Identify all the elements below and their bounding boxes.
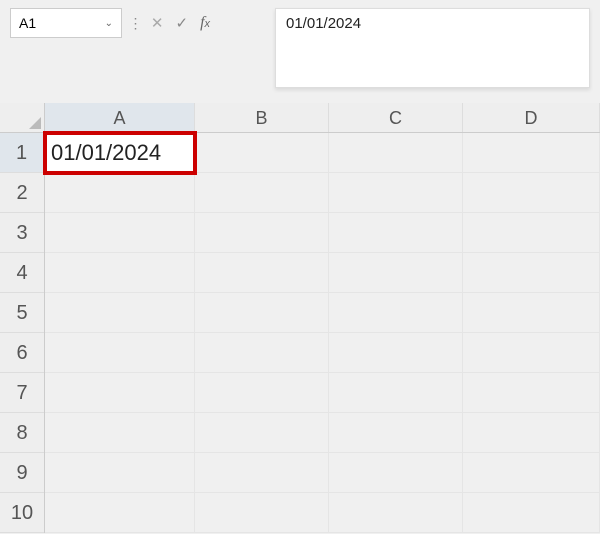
formula-bar: ⌄ ⋮ ✕ ✓ fx 01/01/2024 <box>0 0 600 103</box>
enter-icon[interactable]: ✓ <box>173 14 190 32</box>
column-header-A[interactable]: A <box>45 103 195 133</box>
cell-C4[interactable] <box>329 253 463 293</box>
cell-A3[interactable] <box>45 213 195 253</box>
row-header-1[interactable]: 1 <box>0 133 45 173</box>
separator-icon: ⋮ <box>126 8 144 38</box>
table-row <box>45 173 600 213</box>
cell-A1[interactable]: 01/01/2024 <box>45 133 195 173</box>
cell-D9[interactable] <box>463 453 600 493</box>
cell-C5[interactable] <box>329 293 463 333</box>
table-row <box>45 253 600 293</box>
cell-A9[interactable] <box>45 453 195 493</box>
column-header-C[interactable]: C <box>329 103 463 132</box>
cell-D10[interactable] <box>463 493 600 533</box>
cell-A5[interactable] <box>45 293 195 333</box>
row-header-7[interactable]: 7 <box>0 373 44 413</box>
cell-C9[interactable] <box>329 453 463 493</box>
cell-B3[interactable] <box>195 213 329 253</box>
cell-C8[interactable] <box>329 413 463 453</box>
row-header-9[interactable]: 9 <box>0 453 44 493</box>
formula-input[interactable]: 01/01/2024 <box>275 8 590 88</box>
name-box[interactable]: ⌄ <box>10 8 122 38</box>
select-all-corner[interactable] <box>0 103 45 133</box>
table-row <box>45 213 600 253</box>
row-header-8[interactable]: 8 <box>0 413 44 453</box>
table-row <box>45 333 600 373</box>
fx-icon[interactable]: fx <box>198 14 212 32</box>
row-header-5[interactable]: 5 <box>0 293 44 333</box>
cell-C2[interactable] <box>329 173 463 213</box>
row-header-10[interactable]: 10 <box>0 493 44 533</box>
cell-B10[interactable] <box>195 493 329 533</box>
cancel-icon[interactable]: ✕ <box>149 14 166 32</box>
table-row <box>45 453 600 493</box>
cell-D6[interactable] <box>463 333 600 373</box>
row-header-6[interactable]: 6 <box>0 333 44 373</box>
cell-A4[interactable] <box>45 253 195 293</box>
table-row <box>45 413 600 453</box>
cell-C7[interactable] <box>329 373 463 413</box>
table-row <box>45 373 600 413</box>
row-header-2[interactable]: 2 <box>0 173 44 213</box>
cell-C6[interactable] <box>329 333 463 373</box>
cell-D5[interactable] <box>463 293 600 333</box>
cell-A8[interactable] <box>45 413 195 453</box>
column-header-D[interactable]: D <box>463 103 600 132</box>
table-row <box>45 293 600 333</box>
cell-A10[interactable] <box>45 493 195 533</box>
cell-A2[interactable] <box>45 173 195 213</box>
cell-D2[interactable] <box>463 173 600 213</box>
cell-C1[interactable] <box>329 133 463 173</box>
cell-C3[interactable] <box>329 213 463 253</box>
row-header-4[interactable]: 4 <box>0 253 44 293</box>
chevron-down-icon[interactable]: ⌄ <box>105 18 113 29</box>
column-headers: ABCD <box>45 103 600 133</box>
table-row <box>45 493 600 533</box>
cell-B9[interactable] <box>195 453 329 493</box>
row-headers: 12345678910 <box>0 133 45 533</box>
cell-B8[interactable] <box>195 413 329 453</box>
row-header-3[interactable]: 3 <box>0 213 44 253</box>
cell-D1[interactable] <box>463 133 600 173</box>
cell-D3[interactable] <box>463 213 600 253</box>
cell-B1[interactable] <box>195 133 329 173</box>
cells-area[interactable]: 01/01/2024 <box>45 133 600 533</box>
cell-B2[interactable] <box>195 173 329 213</box>
name-box-input[interactable] <box>19 15 89 31</box>
cell-D7[interactable] <box>463 373 600 413</box>
table-row: 01/01/2024 <box>45 133 600 173</box>
cell-C10[interactable] <box>329 493 463 533</box>
cell-A7[interactable] <box>45 373 195 413</box>
cell-D4[interactable] <box>463 253 600 293</box>
cell-A6[interactable] <box>45 333 195 373</box>
cell-D8[interactable] <box>463 413 600 453</box>
cell-B4[interactable] <box>195 253 329 293</box>
cell-B6[interactable] <box>195 333 329 373</box>
cell-B5[interactable] <box>195 293 329 333</box>
cell-B7[interactable] <box>195 373 329 413</box>
column-header-B[interactable]: B <box>195 103 329 132</box>
